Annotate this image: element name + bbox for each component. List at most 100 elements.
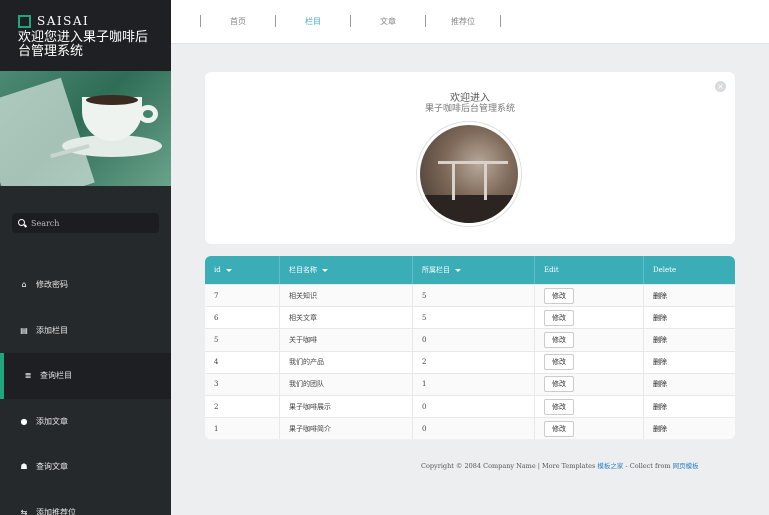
sidebar-item-add-column[interactable]: ▤ 添加栏目 bbox=[0, 308, 171, 354]
search-box bbox=[12, 213, 159, 233]
footer-copyright: Copyright © 2084 Company Name | More Tem… bbox=[421, 462, 598, 470]
sidebar-item-label: 查询栏目 bbox=[40, 371, 72, 381]
brand-name: SAISAI bbox=[37, 14, 90, 28]
sliders-icon: ⇆ bbox=[20, 507, 28, 515]
column-header-id[interactable]: id bbox=[205, 256, 280, 284]
delete-link[interactable]: 删除 bbox=[653, 379, 667, 389]
cell-edit: 修改 bbox=[535, 373, 644, 395]
column-header-parent[interactable]: 所属栏目 bbox=[413, 256, 535, 284]
welcome-subtitle: 果子咖啡后台管理系统 bbox=[424, 104, 515, 114]
tab-articles[interactable]: 文章 bbox=[351, 16, 425, 27]
cell-edit: 修改 bbox=[535, 351, 644, 373]
cell-id: 4 bbox=[205, 351, 280, 373]
cell-name: 相关文章 bbox=[280, 307, 413, 329]
sidebar-item-add-article[interactable]: ● 添加文章 bbox=[0, 399, 171, 445]
edit-button[interactable]: 修改 bbox=[544, 420, 574, 437]
cell-parent: 1 bbox=[413, 373, 535, 395]
sidebar-item-label: 添加文章 bbox=[36, 416, 68, 426]
table-header: id 栏目名称 所属栏目 Edit Delete bbox=[205, 256, 735, 284]
column-header-label: 栏目名称 bbox=[289, 266, 317, 274]
sidebar-item-label: 修改密码 bbox=[36, 280, 68, 290]
map-marker-icon: ● bbox=[20, 416, 28, 426]
bike-rack-graphic bbox=[438, 161, 508, 201]
top-bar: 首页 栏目 文章 推荐位 bbox=[171, 0, 769, 44]
cell-parent: 0 bbox=[413, 395, 535, 418]
footer-link-templates[interactable]: 模板之家 bbox=[597, 462, 623, 470]
cell-name: 相关知识 bbox=[280, 285, 413, 307]
sidebar-item-label: 添加推荐位 bbox=[36, 507, 76, 515]
column-header-label: Delete bbox=[653, 266, 677, 274]
edit-button[interactable]: 修改 bbox=[544, 376, 574, 393]
cell-delete: 删除 bbox=[644, 307, 735, 328]
sidebar-item-change-password[interactable]: ⌂ 修改密码 bbox=[0, 262, 171, 308]
cup-handle-graphic bbox=[138, 105, 158, 123]
table-row: 5 关于咖啡 0 修改 删除 bbox=[205, 328, 735, 351]
cell-name: 果子咖啡展示 bbox=[280, 395, 413, 418]
table-row: 4 我们的产品 2 修改 删除 bbox=[205, 350, 735, 373]
cell-name: 我们的团队 bbox=[280, 373, 413, 395]
search-input[interactable] bbox=[31, 218, 151, 228]
delete-link[interactable]: 删除 bbox=[653, 357, 667, 367]
delete-link[interactable]: 删除 bbox=[653, 402, 667, 412]
cell-id: 5 bbox=[205, 329, 280, 351]
brand-subtitle: 欢迎您进入果子咖啡后台管理系统 bbox=[18, 30, 149, 59]
cell-edit: 修改 bbox=[535, 418, 644, 440]
welcome-card: × 欢迎进入 果子咖啡后台管理系统 bbox=[205, 72, 735, 244]
cell-parent: 5 bbox=[413, 307, 535, 329]
users-icon: ☗ bbox=[20, 462, 28, 472]
sidebar-item-label: 添加栏目 bbox=[36, 325, 68, 335]
cell-id: 7 bbox=[205, 285, 280, 307]
table-row: 7 相关知识 5 修改 删除 bbox=[205, 284, 735, 307]
column-header-label: 所属栏目 bbox=[422, 266, 450, 274]
delete-link[interactable]: 删除 bbox=[653, 335, 667, 345]
brand: SAISAI 欢迎您进入果子咖啡后台管理系统 bbox=[0, 0, 171, 71]
tab-recommendations[interactable]: 推荐位 bbox=[426, 16, 500, 27]
edit-button[interactable]: 修改 bbox=[544, 398, 574, 415]
table-row: 2 果子咖啡展示 0 修改 删除 bbox=[205, 394, 735, 418]
cell-edit: 修改 bbox=[535, 395, 644, 418]
cell-delete: 删除 bbox=[644, 352, 735, 373]
edit-button[interactable]: 修改 bbox=[544, 309, 574, 326]
edit-button[interactable]: 修改 bbox=[544, 287, 574, 304]
cell-edit: 修改 bbox=[535, 307, 644, 329]
column-header-edit: Edit bbox=[535, 256, 644, 284]
sort-caret-icon bbox=[225, 268, 232, 272]
home-icon: ⌂ bbox=[21, 280, 27, 290]
sidebar-item-query-article[interactable]: ☗ 查询文章 bbox=[0, 444, 171, 490]
cell-name: 我们的产品 bbox=[280, 351, 413, 373]
sidebar-item-label: 查询文章 bbox=[36, 462, 68, 472]
sidebar-nav: ⌂ 修改密码 ▤ 添加栏目 ≣ 查询栏目 ● 添加文章 ☗ 查询文章 ⇆ 添加推… bbox=[0, 262, 171, 515]
table-row: 1 果子咖啡简介 0 修改 删除 bbox=[205, 417, 735, 440]
cell-id: 2 bbox=[205, 395, 280, 418]
database-icon: ≣ bbox=[24, 371, 32, 381]
sidebar-hero-image bbox=[0, 71, 171, 186]
edit-button[interactable]: 修改 bbox=[544, 331, 574, 348]
cell-name: 果子咖啡简介 bbox=[280, 418, 413, 440]
delete-link[interactable]: 删除 bbox=[653, 291, 667, 301]
delete-link[interactable]: 删除 bbox=[653, 424, 667, 434]
cell-parent: 0 bbox=[413, 418, 535, 440]
cell-delete: 删除 bbox=[644, 418, 735, 439]
column-header-name[interactable]: 栏目名称 bbox=[280, 256, 413, 284]
edit-button[interactable]: 修改 bbox=[544, 354, 574, 371]
cell-name: 关于咖啡 bbox=[280, 329, 413, 351]
column-header-label: Edit bbox=[544, 266, 559, 274]
sidebar-item-add-recommendation[interactable]: ⇆ 添加推荐位 bbox=[0, 490, 171, 515]
newspaper-graphic bbox=[0, 77, 95, 186]
sidebar-item-query-column[interactable]: ≣ 查询栏目 bbox=[0, 353, 171, 399]
cell-delete: 删除 bbox=[644, 329, 735, 350]
cell-id: 6 bbox=[205, 307, 280, 329]
tab-columns[interactable]: 栏目 bbox=[276, 16, 350, 27]
logo-square-icon bbox=[18, 14, 31, 28]
footer-link-web-templates[interactable]: 网页模板 bbox=[673, 462, 699, 470]
coffee-graphic bbox=[86, 95, 138, 105]
tab-divider bbox=[500, 15, 501, 27]
brand-row: SAISAI bbox=[18, 14, 171, 28]
sort-caret-icon bbox=[322, 268, 328, 272]
columns-table: id 栏目名称 所属栏目 Edit Delete 7 相关知识 5 修改 删除 … bbox=[205, 256, 735, 440]
footer-collect-text: - Collect from bbox=[623, 462, 673, 470]
delete-link[interactable]: 删除 bbox=[653, 313, 667, 323]
table-row: 3 我们的团队 1 修改 删除 bbox=[205, 372, 735, 395]
bar-chart-icon: ▤ bbox=[20, 325, 28, 335]
tab-home[interactable]: 首页 bbox=[201, 16, 275, 27]
